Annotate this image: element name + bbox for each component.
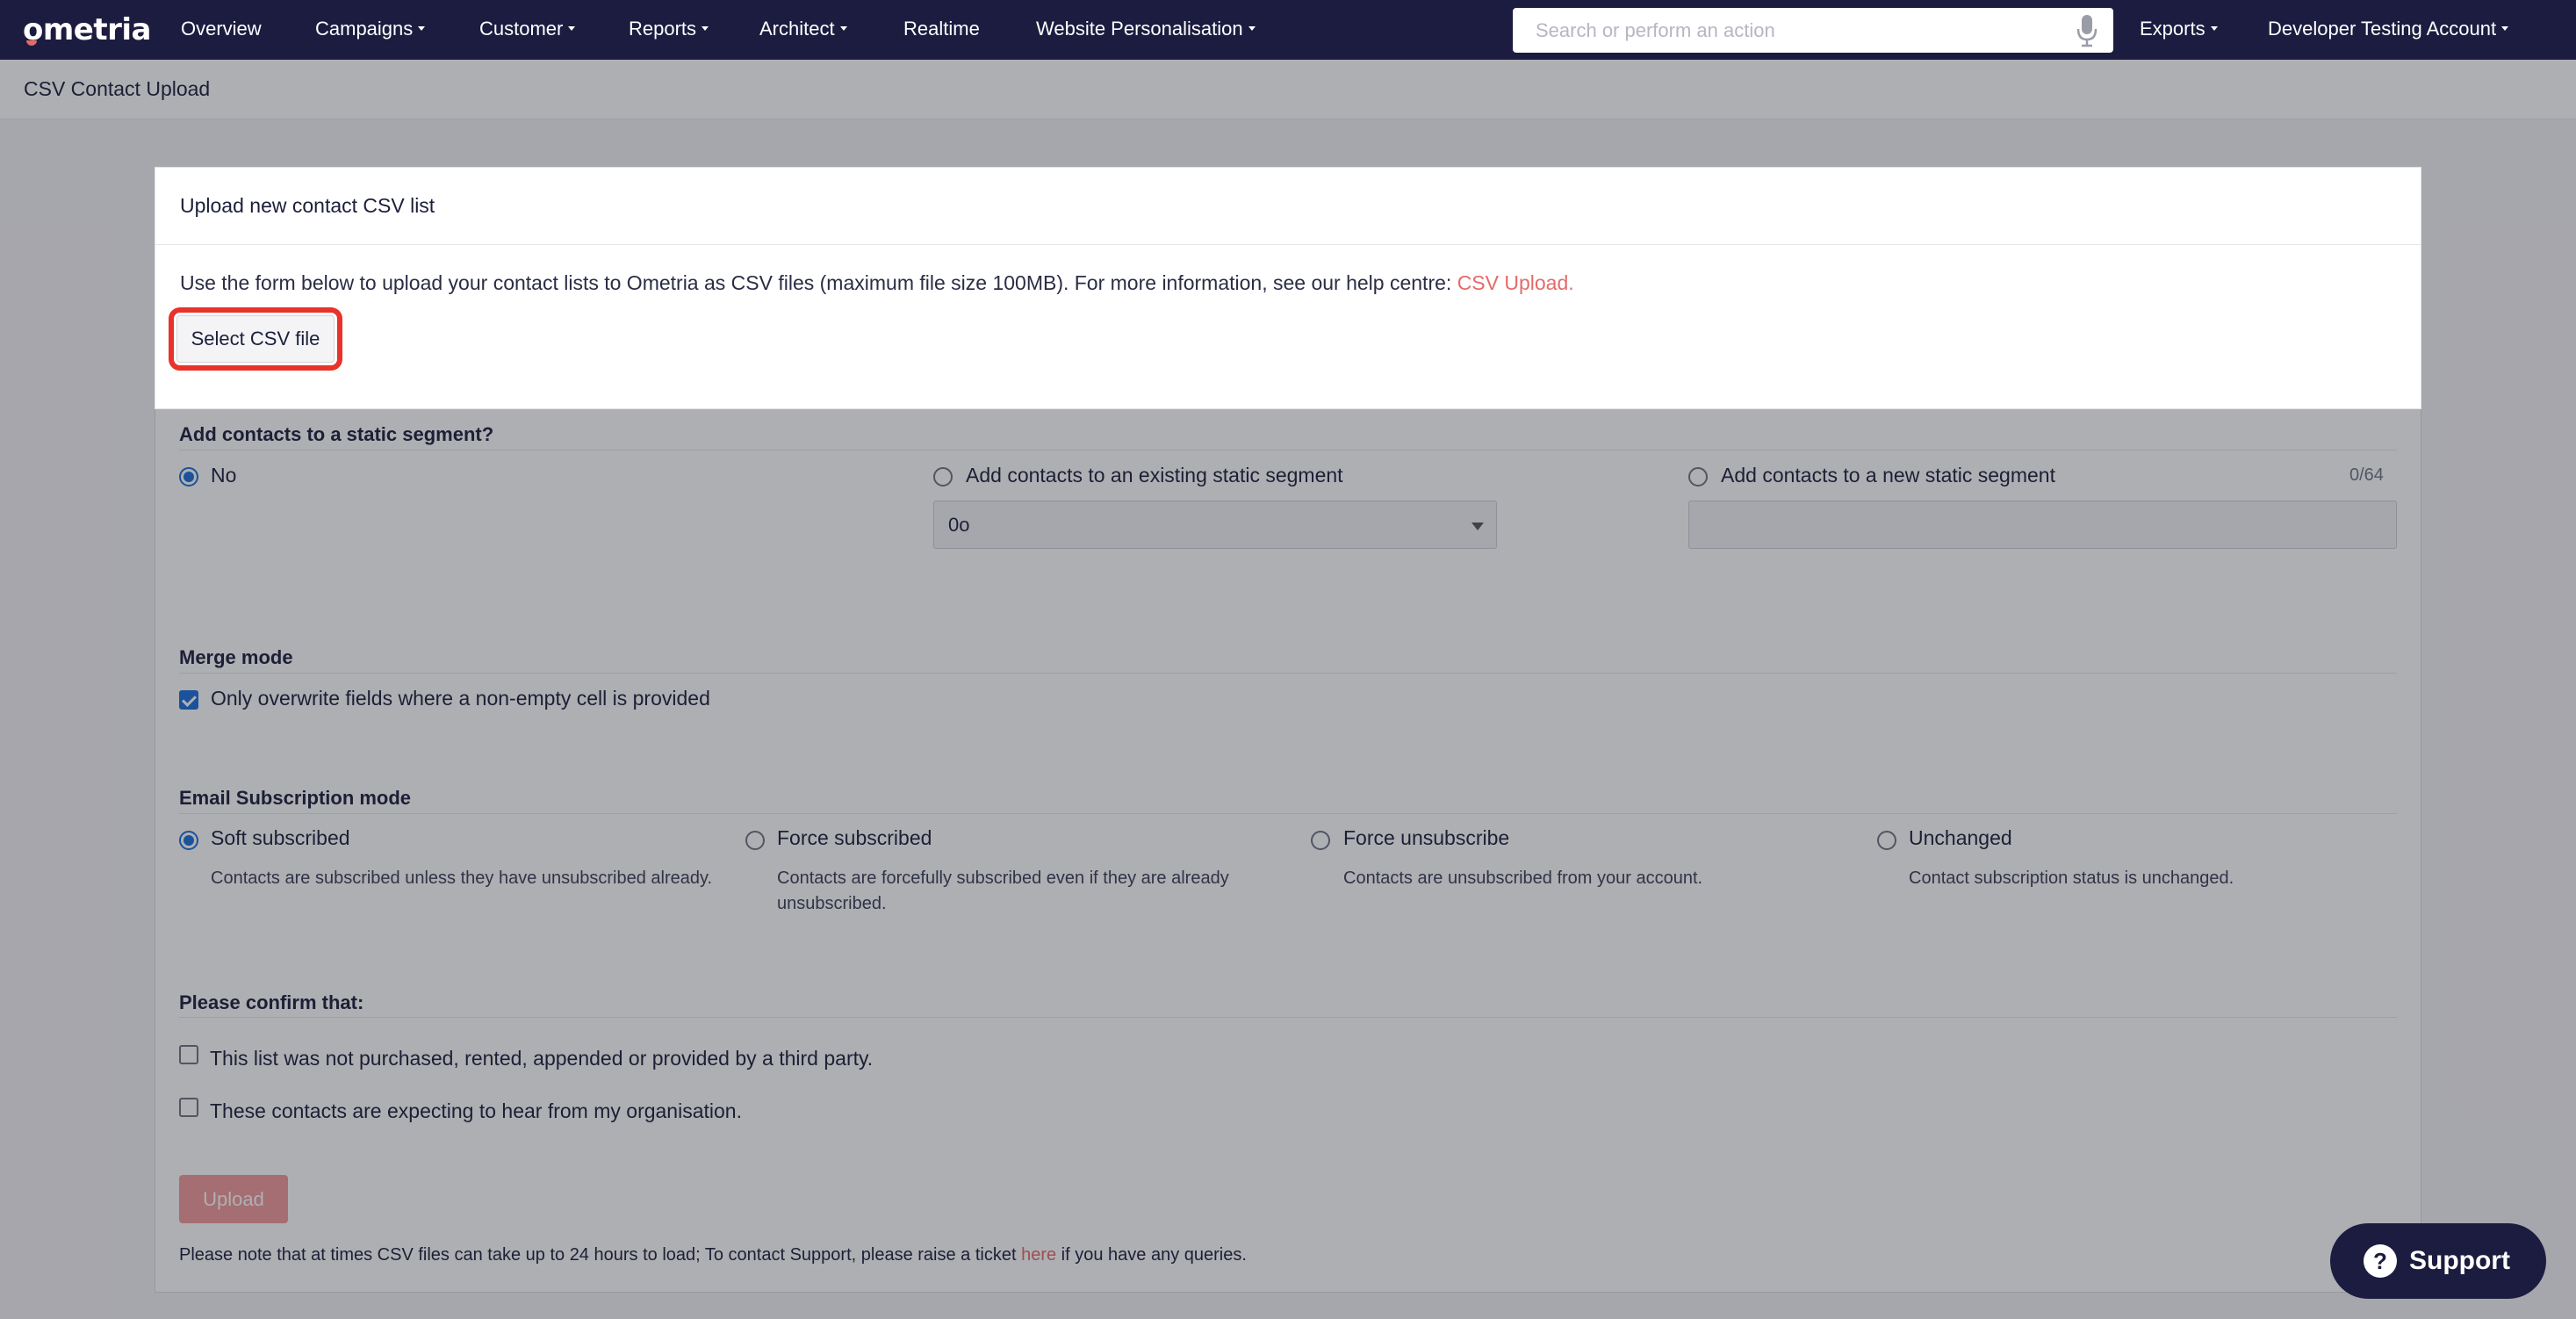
nav-item-label: Customer — [479, 18, 564, 40]
caret-down-icon — [839, 25, 847, 31]
exports-menu[interactable]: Exports — [2140, 0, 2218, 60]
nav-item-campaigns[interactable]: Campaigns — [315, 0, 426, 60]
nav-item-overview[interactable]: Overview — [181, 0, 262, 60]
account-label: Developer Testing Account — [2268, 18, 2497, 40]
upload-panel-title: Upload new contact CSV list — [180, 194, 435, 217]
upload-instructions: Use the form below to upload your contac… — [180, 271, 1574, 295]
help-question-icon: ? — [2364, 1244, 2397, 1278]
nav-item-label: Realtime — [903, 18, 980, 40]
upload-panel: Upload new contact CSV list Use the form… — [155, 167, 2421, 409]
search-input[interactable] — [1513, 8, 2113, 53]
caret-down-icon — [568, 25, 576, 31]
exports-label: Exports — [2140, 18, 2205, 40]
nav-item-label: Campaigns — [315, 18, 414, 40]
nav-item-label: Reports — [629, 18, 697, 40]
nav-item-customer[interactable]: Customer — [479, 0, 576, 60]
caret-down-icon — [1248, 25, 1256, 31]
nav-item-label: Website Personalisation — [1036, 18, 1243, 40]
nav-item-realtime[interactable]: Realtime — [903, 0, 980, 60]
ometria-logo[interactable]: ometria — [23, 9, 151, 51]
upload-panel-header: Upload new contact CSV list — [155, 168, 2421, 245]
logo-text: ometria — [23, 12, 151, 47]
account-menu[interactable]: Developer Testing Account — [2268, 0, 2509, 60]
microphone-icon[interactable] — [2076, 14, 2098, 47]
select-csv-file-button[interactable]: Select CSV file — [169, 307, 342, 371]
nav-item-label: Architect — [759, 18, 835, 40]
support-label: Support — [2409, 1246, 2510, 1275]
caret-down-icon — [2210, 25, 2218, 31]
nav-item-website-personalisation[interactable]: Website Personalisation — [1036, 0, 1256, 60]
nav-item-label: Overview — [181, 18, 262, 40]
caret-down-icon — [418, 25, 426, 31]
nav-item-reports[interactable]: Reports — [629, 0, 709, 60]
top-nav: ometria Overview Campaigns Customer Repo… — [0, 0, 2576, 60]
caret-down-icon — [702, 25, 709, 31]
nav-item-architect[interactable]: Architect — [759, 0, 847, 60]
csv-upload-help-link[interactable]: CSV Upload. — [1457, 271, 1574, 294]
caret-down-icon — [2501, 25, 2509, 31]
support-button[interactable]: ? Support — [2330, 1223, 2546, 1299]
instructions-text: Use the form below to upload your contac… — [180, 271, 1457, 294]
